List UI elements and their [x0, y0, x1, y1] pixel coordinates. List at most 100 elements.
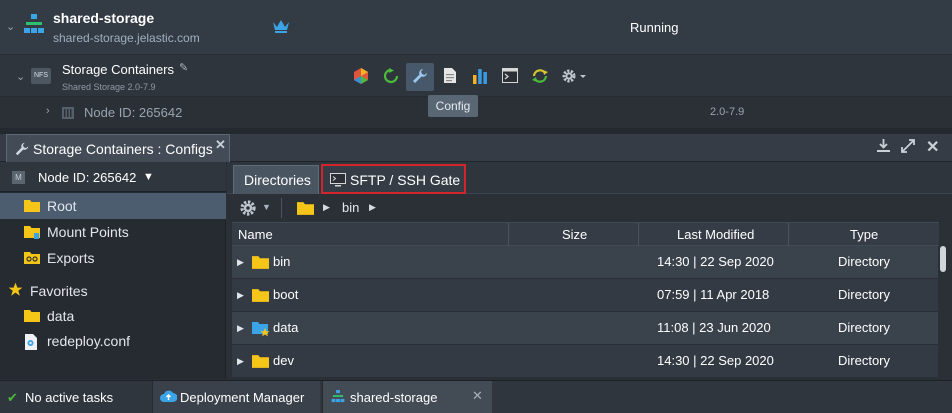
close-panel-icon[interactable]: ✕ [926, 137, 939, 157]
expand-chevron-icon[interactable]: › [46, 105, 50, 117]
mount-folder-icon [24, 225, 40, 242]
statistics-icon [472, 68, 488, 87]
add-ons-icon [352, 67, 370, 88]
node-selector-label: Node ID: 265642 [38, 170, 137, 185]
favorite-item-redeploy-conf[interactable]: redeploy.conf [0, 328, 226, 354]
config-wrench-icon [411, 67, 429, 88]
row-type: Directory [838, 320, 891, 335]
nfs-badge-icon: NFS [31, 68, 51, 84]
config-file-icon [24, 334, 38, 353]
node-m-icon: M [12, 171, 25, 184]
tasks-indicator[interactable]: ✔ No active tasks [0, 381, 150, 413]
star-icon [8, 282, 23, 300]
environment-tab-shared-storage[interactable]: shared-storage ✕ [322, 381, 492, 413]
environment-row[interactable]: ⌄ shared-storage shared-storage.jelastic… [0, 0, 952, 54]
restart-icon [383, 67, 399, 87]
scrollbar-thumb[interactable] [940, 246, 946, 272]
download-icon[interactable] [877, 139, 890, 156]
expand-arrow-icon[interactable]: ▶ [237, 257, 244, 268]
check-icon: ✔ [7, 390, 18, 405]
maximize-icon[interactable] [901, 139, 915, 156]
node-group-title: Storage Containers [62, 62, 175, 77]
root-folder-icon[interactable] [297, 201, 314, 218]
sidebar-item-label: Mount Points [47, 224, 129, 240]
caret-down-icon[interactable]: ▼ [262, 202, 271, 212]
edit-pencil-icon[interactable]: ✎ [179, 61, 188, 74]
vertical-scrollbar[interactable] [938, 246, 948, 379]
node-group-row[interactable]: ⌄ NFS Storage Containers Shared Storage … [0, 54, 952, 96]
bottom-taskbar: ✔ No active tasks Deployment Manager sha… [0, 380, 952, 413]
column-header-size[interactable]: Size [562, 227, 587, 242]
web-ssh-button[interactable] [496, 63, 524, 91]
sidebar-item-label: Root [47, 198, 77, 214]
tasks-label: No active tasks [25, 390, 114, 405]
favorites-label: Favorites [30, 283, 88, 299]
column-header-last-modified[interactable]: Last Modified [677, 227, 754, 242]
row-modified: 14:30 | 22 Sep 2020 [657, 254, 774, 269]
sidebar-item-root[interactable]: Root [0, 193, 226, 219]
log-button[interactable] [436, 63, 464, 91]
folder-icon [252, 255, 269, 272]
statistics-button[interactable] [466, 63, 494, 91]
row-modified: 07:59 | 11 Apr 2018 [657, 287, 770, 302]
chevron-right-icon[interactable]: ▶ [369, 202, 376, 213]
node-group-subtitle: Shared Storage 2.0-7.9 [62, 82, 156, 92]
table-row[interactable]: ▶ data 11:08 | 23 Jun 2020 Directory [232, 312, 939, 345]
column-divider[interactable] [788, 223, 789, 247]
column-divider[interactable] [638, 223, 639, 247]
environment-domain-link[interactable]: shared-storage.jelastic.com [53, 31, 200, 45]
expand-arrow-icon[interactable]: ▶ [237, 290, 244, 301]
environment-status: Running [630, 20, 679, 35]
cloud-upload-icon [160, 389, 178, 406]
row-type: Directory [838, 353, 891, 368]
panel-tab-label: Storage Containers : Configs [33, 141, 213, 157]
exports-icon [24, 251, 40, 267]
sidebar: M Node ID: 265642 ▼ Root Mount Points Ex… [0, 162, 226, 379]
deployment-manager-tab[interactable]: Deployment Manager [152, 381, 320, 413]
row-modified: 11:08 | 23 Jun 2020 [657, 320, 771, 335]
row-name: bin [273, 254, 291, 269]
breadcrumb: ▼ ▶ bin ▶ [227, 194, 952, 222]
favorite-item-label: redeploy.conf [47, 333, 131, 349]
environment-name[interactable]: shared-storage [53, 10, 154, 26]
add-ons-button[interactable] [347, 63, 375, 91]
config-tooltip: Config [428, 95, 478, 117]
sidebar-favorites-header[interactable]: Favorites [0, 278, 226, 304]
node-id-label: Node ID: 265642 [84, 105, 183, 120]
caret-down-icon[interactable]: ▼ [143, 171, 154, 183]
settings-button[interactable] [556, 63, 592, 91]
close-icon[interactable]: ✕ [215, 137, 226, 153]
deployment-manager-label: Deployment Manager [180, 390, 305, 405]
sidebar-item-exports[interactable]: Exports [0, 245, 226, 271]
folder-icon [252, 288, 269, 305]
tab-directories[interactable]: Directories [233, 165, 319, 194]
sidebar-item-mount-points[interactable]: Mount Points [0, 219, 226, 245]
table-row[interactable]: ▶ boot 07:59 | 11 Apr 2018 Directory [232, 279, 939, 312]
environment-icon [331, 390, 345, 407]
restart-button[interactable] [377, 63, 405, 91]
breadcrumb-item[interactable]: bin [342, 200, 359, 215]
column-divider[interactable] [508, 223, 509, 247]
crown-icon[interactable] [272, 19, 290, 36]
column-header-name[interactable]: Name [238, 227, 273, 242]
favorite-item-data[interactable]: data [0, 303, 226, 329]
expand-arrow-icon[interactable]: ▶ [237, 323, 244, 334]
table-row[interactable]: ▶ dev 14:30 | 22 Sep 2020 Directory [232, 345, 939, 378]
expand-arrow-icon[interactable]: ▶ [237, 356, 244, 367]
config-button[interactable] [406, 63, 434, 91]
redeploy-button[interactable] [526, 63, 554, 91]
close-icon[interactable]: ✕ [472, 388, 483, 404]
collapse-chevron-icon[interactable]: ⌄ [16, 70, 25, 83]
collapse-chevron-icon[interactable]: ⌄ [6, 20, 15, 33]
tab-label: Directories [244, 172, 311, 188]
panel-tab-configs[interactable]: Storage Containers : Configs ✕ [6, 134, 230, 162]
favorite-folder-icon [252, 321, 270, 340]
gear-icon[interactable] [239, 199, 257, 220]
chevron-right-icon[interactable]: ▶ [323, 202, 330, 213]
column-header-type[interactable]: Type [850, 227, 878, 242]
tab-sftp-ssh-gate[interactable]: SFTP / SSH Gate [321, 164, 466, 194]
favorite-item-label: data [47, 308, 75, 324]
node-selector[interactable]: M Node ID: 265642 ▼ [0, 162, 226, 192]
redeploy-icon [531, 68, 549, 87]
table-row[interactable]: ▶ bin 14:30 | 22 Sep 2020 Directory [232, 246, 939, 279]
